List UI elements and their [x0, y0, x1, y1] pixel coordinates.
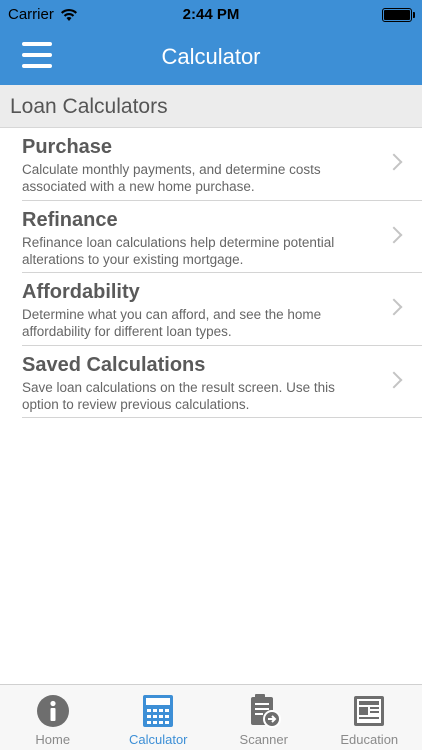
tab-label: Education — [340, 732, 399, 747]
list-item-refinance[interactable]: Refinance Refinance loan calculations he… — [22, 201, 422, 273]
page-title: Calculator — [161, 44, 261, 69]
item-title: Purchase — [22, 136, 113, 158]
scanner-icon — [250, 694, 281, 728]
item-description: Refinance loan calculations help determi… — [22, 234, 335, 267]
item-description: Save loan calculations on the result scr… — [22, 379, 335, 412]
tab-bar: Home Calculator Scanner Education — [0, 684, 422, 750]
item-title: Saved Calculations — [22, 353, 206, 376]
item-description: Calculate monthly payments, and determin… — [22, 162, 321, 194]
tab-education[interactable]: Education — [317, 685, 422, 750]
section-header: Loan Calculators — [0, 85, 422, 128]
status-bar: Carrier 2:44 PM — [0, 0, 422, 30]
tab-label: Home — [35, 732, 71, 747]
status-time: 2:44 PM — [182, 6, 240, 23]
battery-icon — [382, 8, 415, 22]
calculator-icon — [143, 695, 174, 727]
tab-scanner[interactable]: Scanner — [211, 685, 317, 750]
calculator-list: Purchase Calculate monthly payments, and… — [0, 128, 422, 418]
list-item-purchase[interactable]: Purchase Calculate monthly payments, and… — [22, 128, 422, 201]
item-title: Refinance — [22, 208, 118, 231]
tab-label: Scanner — [239, 732, 288, 747]
section-title: Loan Calculators — [10, 95, 168, 118]
item-description: Determine what you can afford, and see t… — [22, 307, 322, 339]
newspaper-icon — [354, 696, 385, 726]
navigation-bar: Calculator — [0, 30, 422, 85]
tab-home[interactable]: Home — [0, 685, 106, 750]
item-title: Affordability — [22, 281, 140, 303]
list-item-saved-calculations[interactable]: Saved Calculations Save loan calculation… — [22, 346, 422, 418]
tab-label: Calculator — [128, 732, 188, 747]
tab-calculator[interactable]: Calculator — [106, 685, 212, 750]
info-icon — [36, 695, 69, 727]
list-item-affordability[interactable]: Affordability Determine what you can aff… — [22, 273, 422, 346]
